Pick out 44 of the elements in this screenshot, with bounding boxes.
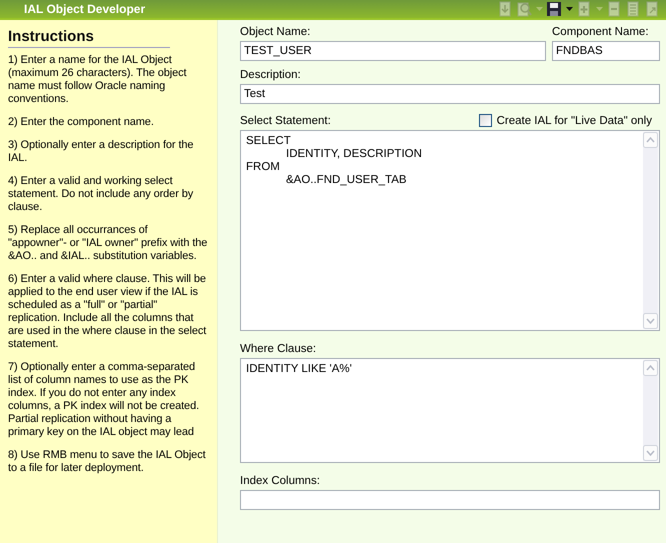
code-line: IDENTITY, DESCRIPTION: [285, 148, 423, 161]
scrollbar[interactable]: [643, 132, 658, 329]
live-data-checkbox[interactable]: Create IAL for "Live Data" only: [478, 114, 652, 127]
instructions-heading: Instructions: [8, 28, 170, 48]
field-label: Where Clause:: [240, 343, 318, 355]
caret-icon: [596, 7, 603, 11]
caret-icon: [536, 7, 543, 11]
scrollbar[interactable]: [643, 360, 658, 461]
scroll-up-icon: [643, 360, 658, 376]
code-line: &AO..FND_USER_TAB: [285, 174, 408, 187]
input-field[interactable]: [240, 490, 660, 510]
field-label: Select Statement:: [240, 115, 331, 127]
field-label: Index Columns:: [240, 475, 321, 487]
scroll-down-icon: [643, 313, 658, 329]
input-field[interactable]: Test: [240, 84, 660, 104]
instruction-text: 4) Enter a valid and working select statement. Do not include any order by clause.: [8, 175, 194, 214]
instruction-text: 8) Use RMB menu to save the IAL Object to a file for later deployment.: [8, 449, 207, 475]
document-plus-icon: [576, 1, 592, 17]
instruction-text: 1) Enter a name for the IAL Object (maximum 26 characters). The object name must follow Oracle naming conventions.: [8, 54, 188, 106]
scroll-down-icon: [643, 445, 658, 461]
caret-icon: [566, 7, 573, 11]
document-magnifier-icon: [516, 1, 532, 17]
code-line: FROM: [246, 161, 281, 174]
instruction-text: 7) Optionally enter a comma-separated list of column names to use as the PK index. If you do not enter any index columns, a PK index will not be created. Partial replication without having a primary key on the IAL object may lead: [8, 361, 200, 439]
field-label: Component Name:: [552, 26, 650, 38]
where-clause-field[interactable]: IDENTITY LIKE 'A%': [240, 358, 660, 463]
input-field[interactable]: TEST_USER: [240, 41, 546, 61]
instruction-text: 3) Optionally enter a description for the IAL.: [8, 139, 194, 165]
code-line: SELECT: [246, 135, 292, 148]
instruction-text: 6) Enter a valid where clause. This will be applied to the end user view if the IAL is scheduled as a "full" or "partial" replication. Include all the columns that are used in the where clause in the select statement.: [8, 273, 208, 351]
window-title: IAL Object Developer: [24, 2, 146, 16]
field-label: Object Name:: [240, 26, 312, 38]
save-icon: [546, 1, 562, 17]
select-statement-field[interactable]: SELECT IDENTITY, DESCRIPTION FROM &AO..FND_USER_TAB: [240, 130, 660, 331]
document-minus-icon: [606, 1, 622, 17]
code-line: IDENTITY LIKE 'A%': [246, 363, 353, 376]
instruction-text: 2) Enter the component name.: [8, 116, 155, 129]
input-field[interactable]: FNDBAS: [552, 41, 660, 61]
save-button[interactable]: [546, 0, 562, 18]
field-label: Description:: [240, 69, 302, 81]
scroll-up-icon: [643, 132, 658, 148]
document-list-icon: [625, 1, 641, 17]
checkbox-icon: [478, 114, 492, 127]
instruction-text: 5) Replace all occurrances of "appowner"- or "IAL owner" prefix with the &AO.. and &IAL.. substitution variables.: [8, 224, 208, 263]
